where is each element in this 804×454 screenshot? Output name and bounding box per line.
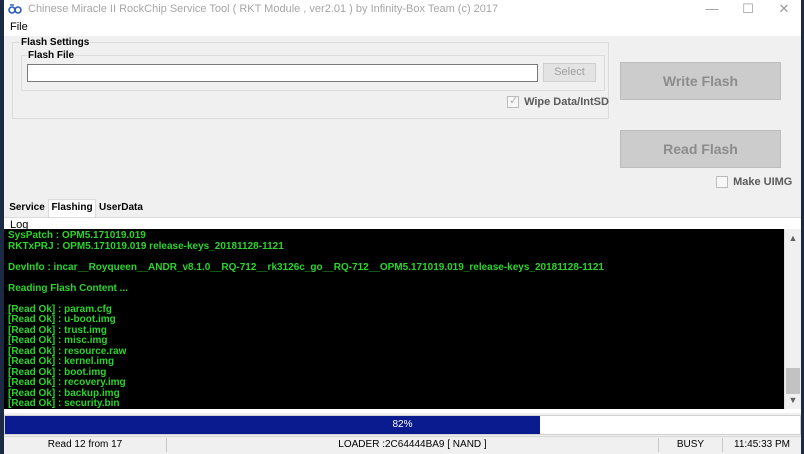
log-line: [Read Ok] : kernel.img	[8, 356, 115, 367]
menu-file[interactable]: File	[10, 21, 28, 33]
flash-file-group: Flash File Select	[21, 50, 605, 91]
flash-settings-title: Flash Settings	[20, 37, 91, 48]
tab-userdata[interactable]: UserData	[96, 200, 146, 217]
log-line: [Read Ok] : resource.raw	[8, 345, 127, 357]
flash-file-input[interactable]	[27, 64, 538, 82]
window-title: Chinese Miracle II RockChip Service Tool…	[28, 3, 499, 15]
log-line: SysPatch : OPM5.171019.019	[8, 230, 146, 241]
flash-settings-group: Flash Settings Flash File Select Wipe Da…	[12, 37, 609, 119]
wipe-data-option[interactable]: Wipe Data/IntSD	[507, 94, 609, 110]
infinity-logo-icon	[8, 4, 22, 14]
maximize-button[interactable]: ☐	[730, 0, 766, 20]
tab-flashing[interactable]: Flashing	[48, 199, 96, 218]
log-line: [Read Ok] : param.cfg	[8, 303, 112, 315]
wipe-data-label: Wipe Data/IntSD	[524, 96, 609, 109]
log-line: [Read Ok] : security.bin	[8, 398, 120, 409]
read-flash-button[interactable]: Read Flash	[620, 130, 781, 168]
menu-bar: File	[4, 20, 801, 36]
log-line: [Read Ok] : trust.img	[8, 324, 107, 336]
log-line: [Read Ok] : u-boot.img	[8, 314, 116, 325]
status-loader: LOADER :2C64444BA9 [ NAND ]	[338, 439, 487, 450]
log-line: RKTxPRJ : OPM5.171019.019 release-keys_2…	[8, 240, 284, 252]
log-output[interactable]: SysPatch : OPM5.171019.019 RKTxPRJ : OPM5…	[4, 229, 784, 409]
title-bar[interactable]: Chinese Miracle II RockChip Service Tool…	[4, 0, 801, 20]
write-flash-button[interactable]: Write Flash	[620, 62, 781, 100]
minimize-button[interactable]: —	[694, 0, 730, 20]
log-line: [Read Ok] : recovery.img	[8, 377, 126, 388]
flash-file-label: Flash File	[27, 50, 76, 61]
log-line: [Read Ok] : backup.img	[8, 387, 120, 399]
log-line: Reading Flash Content ...	[8, 282, 129, 294]
log-scrollbar[interactable]: ▲ ▼	[784, 229, 801, 409]
close-button[interactable]: ✕	[766, 0, 802, 20]
scroll-thumb[interactable]	[786, 368, 800, 394]
log-line: DevInfo : incar__Royqueen__ANDR_v8.1.0__…	[8, 261, 604, 273]
status-state: BUSY	[676, 439, 705, 450]
status-bar: Read 12 from 17 LOADER :2C64444BA9 [ NAN…	[4, 436, 801, 452]
status-read-count: Read 12 from 17	[47, 439, 123, 450]
make-uimg-option[interactable]: Make UIMG	[716, 176, 792, 190]
log-line: [Read Ok] : misc.img	[8, 335, 108, 346]
make-uimg-label: Make UIMG	[733, 176, 793, 189]
select-file-button[interactable]: Select	[543, 63, 596, 82]
scroll-down-icon[interactable]: ▼	[785, 393, 801, 407]
scroll-up-icon[interactable]: ▲	[785, 231, 801, 245]
tab-service[interactable]: Service	[6, 200, 48, 217]
progress-text: 82%	[392, 419, 413, 430]
status-time: 11:45:33 PM	[734, 439, 790, 450]
wipe-data-checkbox[interactable]	[507, 94, 519, 109]
progress-bar: 82%	[4, 415, 801, 435]
make-uimg-checkbox[interactable]	[716, 176, 728, 189]
